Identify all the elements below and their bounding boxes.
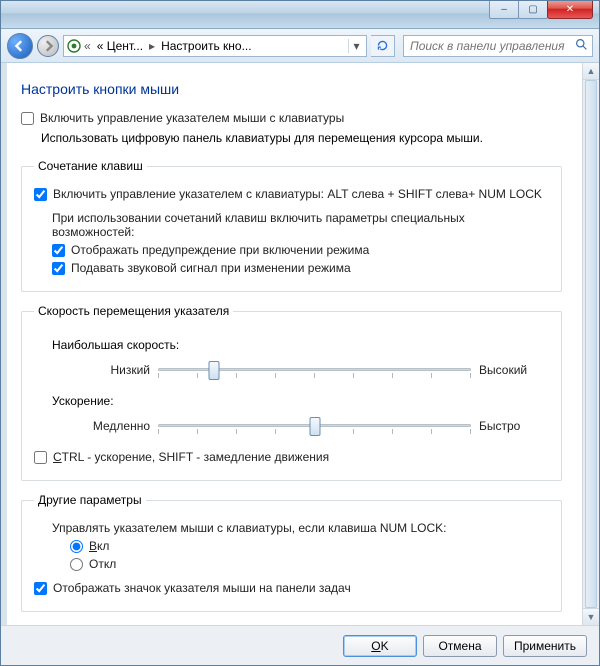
ctrl-shift-label: CTRL - ускорение, SHIFT - замедление дви… [53, 450, 329, 464]
slider-thumb[interactable] [309, 417, 320, 436]
accel-slow-label: Медленно [70, 419, 150, 433]
cancel-button[interactable]: Отмена [423, 635, 497, 657]
shortcuts-group: Сочетание клавиш Включить управление ука… [21, 159, 562, 292]
chevron-right-icon: ▸ [147, 39, 157, 53]
breadcrumb-1[interactable]: « Цент... [93, 39, 147, 53]
address-dropdown[interactable]: ▾ [348, 39, 364, 53]
breadcrumb-2[interactable]: Настроить кно... [157, 39, 256, 53]
play-sound-checkbox[interactable] [52, 262, 65, 275]
minimize-button[interactable]: – [489, 1, 519, 19]
ctrl-shift-checkbox[interactable] [34, 451, 47, 464]
search-input[interactable] [408, 38, 575, 54]
scroll-thumb[interactable] [585, 80, 597, 608]
search-bar[interactable] [403, 35, 593, 57]
speed-legend: Скорость перемещения указателя [34, 304, 233, 318]
max-speed-slider[interactable] [158, 358, 471, 382]
enable-shortcut-row: Включить управление указателем с клавиат… [34, 187, 549, 201]
numlock-on-row: Вкл [70, 539, 549, 553]
description-text: Использовать цифровую панель клавиатуры … [41, 131, 562, 145]
forward-button[interactable] [37, 35, 59, 57]
refresh-button[interactable] [371, 35, 395, 57]
navigation-bar: « « Цент... ▸ Настроить кно... ▾ [1, 29, 599, 63]
numlock-off-label: Откл [89, 557, 116, 571]
control-panel-icon [66, 38, 82, 54]
dialog-footer: OK Отмена Применить [1, 625, 599, 665]
tray-icon-checkbox[interactable] [34, 582, 47, 595]
max-speed-slider-row: Низкий Высокий [70, 358, 549, 382]
max-speed-label: Наибольшая скорость: [52, 338, 549, 352]
speed-high-label: Высокий [479, 363, 549, 377]
other-legend: Другие параметры [34, 493, 146, 507]
enable-shortcut-checkbox[interactable] [34, 188, 47, 201]
window-controls: – ▢ ✕ [490, 1, 593, 19]
accel-slider-row: Медленно Быстро [70, 414, 549, 438]
slider-ticks [158, 373, 471, 379]
apply-button[interactable]: Применить [503, 635, 587, 657]
other-group: Другие параметры Управлять указателем мы… [21, 493, 562, 612]
play-sound-label: Подавать звуковой сигнал при изменении р… [71, 261, 351, 275]
page-title: Настроить кнопки мыши [21, 81, 562, 97]
titlebar: – ▢ ✕ [1, 1, 599, 29]
scroll-track[interactable] [583, 80, 599, 608]
back-button[interactable] [7, 33, 33, 59]
speed-group: Скорость перемещения указателя Наибольша… [21, 304, 562, 481]
scroll-down-arrow[interactable]: ▼ [583, 608, 599, 625]
accel-slider[interactable] [158, 414, 471, 438]
close-button[interactable]: ✕ [547, 1, 593, 19]
accel-fast-label: Быстро [479, 419, 549, 433]
vertical-scrollbar[interactable]: ▲ ▼ [582, 63, 599, 625]
numlock-on-radio[interactable] [70, 540, 83, 553]
ok-button[interactable]: OK [343, 635, 417, 657]
numlock-off-radio[interactable] [70, 558, 83, 571]
chevron-icon: « [82, 39, 93, 53]
scroll-up-arrow[interactable]: ▲ [583, 63, 599, 80]
tray-icon-label: Отображать значок указателя мыши на пане… [53, 581, 351, 595]
play-sound-row: Подавать звуковой сигнал при изменении р… [52, 261, 549, 275]
tray-icon-row: Отображать значок указателя мыши на пане… [34, 581, 549, 595]
show-warning-checkbox[interactable] [52, 244, 65, 257]
content-scroll: Настроить кнопки мыши Включить управлени… [1, 63, 582, 625]
enable-keyboard-pointer-checkbox[interactable] [21, 112, 34, 125]
slider-thumb[interactable] [209, 361, 220, 380]
slider-track [158, 368, 471, 371]
shortcuts-legend: Сочетание клавиш [34, 159, 147, 173]
enable-shortcut-label: Включить управление указателем с клавиат… [53, 187, 542, 201]
accel-label: Ускорение: [52, 394, 549, 408]
on-use-text: При использовании сочетаний клавиш включ… [52, 211, 549, 239]
content-area: Настроить кнопки мыши Включить управлени… [1, 63, 599, 625]
numlock-off-row: Откл [70, 557, 549, 571]
arrow-right-icon [42, 40, 54, 52]
maximize-button[interactable]: ▢ [518, 1, 548, 19]
enable-keyboard-pointer-label: Включить управление указателем мыши с кл… [40, 111, 344, 125]
show-warning-row: Отображать предупреждение при включении … [52, 243, 549, 257]
dialog-window: – ▢ ✕ « « Цент... ▸ Настроить кно... ▾ [0, 0, 600, 666]
on-use-label: При использовании сочетаний клавиш включ… [52, 211, 549, 239]
ctrl-shift-row: CTRL - ускорение, SHIFT - замедление дви… [34, 450, 549, 464]
show-warning-label: Отображать предупреждение при включении … [71, 243, 369, 257]
numlock-text: Управлять указателем мыши с клавиатуры, … [52, 521, 549, 535]
numlock-label: Управлять указателем мыши с клавиатуры, … [52, 521, 447, 535]
address-bar[interactable]: « « Цент... ▸ Настроить кно... ▾ [63, 35, 367, 57]
enable-keyboard-pointer-row: Включить управление указателем мыши с кл… [21, 111, 562, 125]
speed-low-label: Низкий [70, 363, 150, 377]
numlock-on-label: Вкл [89, 539, 109, 553]
search-icon[interactable] [575, 38, 588, 54]
refresh-icon [376, 39, 389, 52]
arrow-left-icon [14, 40, 26, 52]
